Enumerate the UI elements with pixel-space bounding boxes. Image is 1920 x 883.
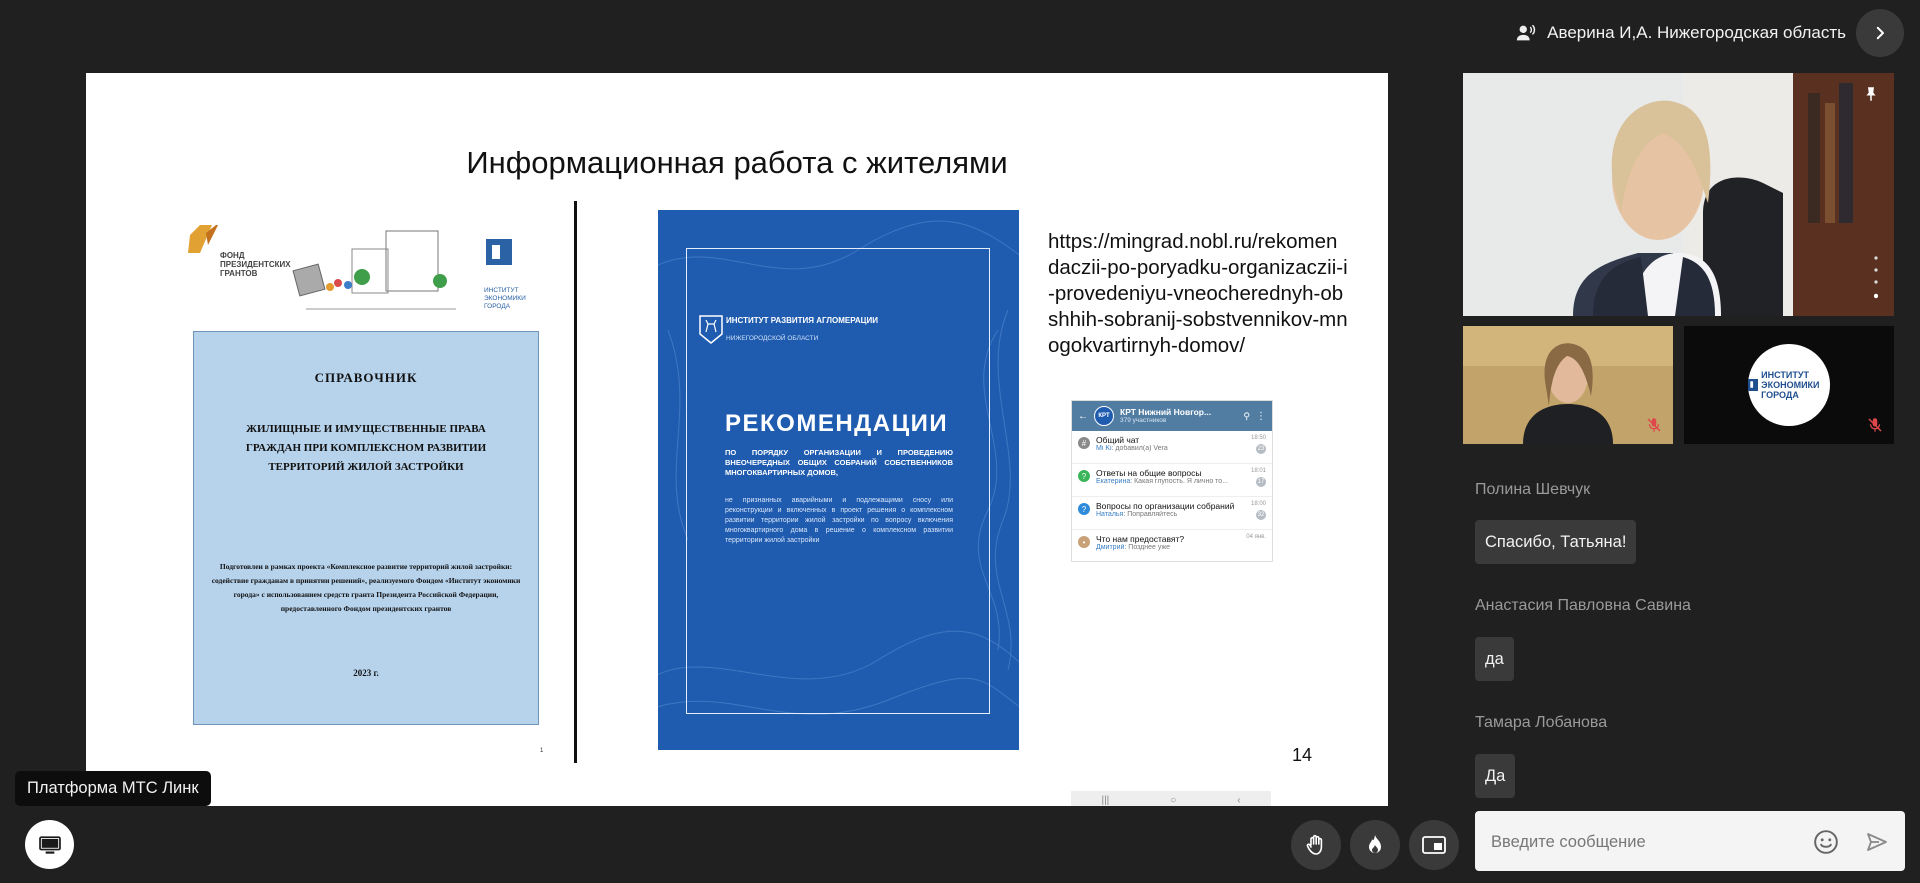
chat-topic-meta: 18:50 23 [1246,435,1266,454]
emoji-icon[interactable] [1813,829,1839,855]
fund-logo-label: Фонд президентских грантов [220,251,291,278]
chat-topic-meta: 04 янв. [1246,534,1266,540]
reaction-button[interactable] [1350,820,1400,870]
institute-logo-label: Институт экономики города [484,287,526,310]
pin-icon[interactable] [1862,85,1880,103]
chat-topic-last-message: Дмитрий: Позднее уже [1096,544,1171,551]
chevron-right-icon [1876,26,1884,40]
chat-message-author: Тамара Лобанова [1475,714,1608,731]
mic-off-icon [1647,418,1661,432]
chat-message-text: Спасибо, Татьяна! [1475,520,1637,564]
telegram-chat-list: # Общий чат Mi Ki: добавил(а) Vera 18:50 23?… [1072,431,1272,561]
back-arrow-icon: ← [1078,410,1088,422]
recommendations-description: не признанных аварийными и подлежащими с… [725,497,953,544]
participant-video-1[interactable] [1463,326,1673,444]
recommendations-title: РЕКОМЕНДАЦИИ [725,410,949,437]
chat-topic-icon: ? [1078,503,1090,515]
raise-hand-button[interactable] [1291,820,1341,870]
organization-name: ИНСТИТУТ ЭКОНОМИКИ ГОРОДА [1761,370,1820,400]
back-icon: ‹ [1237,794,1241,806]
participant-video-2[interactable]: ИНСТИТУТ ЭКОНОМИКИ ГОРОДА [1684,326,1894,444]
chat-topic-time: 18:50 [1250,435,1266,441]
active-speaker: Аверина И,А. Нижегородская область [1515,18,1846,48]
video-pager-dots[interactable] [1874,256,1878,306]
chat-topic-time: 04 янв. [1246,534,1266,540]
layout-button[interactable] [1409,820,1459,870]
deer-emblem-icon [699,315,723,344]
recommendations-institute-sub: Нижегородской области [726,335,819,342]
handbook-note: Подготовлен в рамках проекта «Комплексно… [211,562,521,613]
telegram-header: ← КРТ КРТ Нижний Новгор... 379 участнико… [1072,401,1272,431]
handbook-year: 2023 г. [353,668,379,678]
slide-page-number: 14 [1292,745,1313,765]
chat-topic-meta: 18:01 17 [1246,468,1266,487]
participant-video-frame [1463,326,1673,444]
chat-message-text: да [1475,637,1514,681]
chat-topic-last-message: Екатерина: Какая глупость. Я лично то... [1096,478,1229,485]
chat-topic-icon: # [1078,437,1090,449]
telegram-chat-row: ? Вопросы по организации собраний Наталья:… [1072,497,1272,530]
slide-divider [574,201,577,763]
chat-topic-time: 18:00 [1250,501,1266,507]
recent-apps-icon: ||| [1101,794,1110,806]
platform-tooltip: Платформа МТС Линк [15,771,211,806]
chat-topic-last-message: Наталья: Поправляйтесь [1096,511,1178,518]
handbook-subtitle: Жилищные и имущественные права граждан п… [245,423,487,473]
chat-topic-title: Вопросы по организации собраний [1096,501,1235,511]
handbook-page-mark: 1 [540,748,544,754]
chat-message-input[interactable] [1489,811,1803,873]
speaker-video[interactable] [1463,73,1894,316]
chat-topic-icon: ? [1078,470,1090,482]
chat-topic-title: Ответы на общие вопросы [1096,468,1202,478]
chat-topic-title: Общий чат [1096,435,1140,445]
phone-navbar: ||| ○ ‹ [1071,791,1271,806]
telegram-chat-row: ? Ответы на общие вопросы Екатерина: Какая… [1072,464,1272,497]
chat-topic-last-message: Mi Ki: добавил(а) Vera [1096,445,1168,452]
telegram-chat-row: • Что нам предоставят? Дмитрий: Позднее уж… [1072,530,1272,561]
chat-message-author: Полина Шевчук [1475,481,1591,498]
chat-topic-time: 18:01 [1250,468,1266,474]
speaker-icon [1516,24,1536,41]
screen-share-button[interactable] [25,820,74,869]
telegram-group-name: КРТ Нижний Новгор... [1120,407,1212,417]
search-icon: ⚲ [1243,410,1250,421]
send-icon[interactable] [1865,830,1889,854]
home-icon: ○ [1170,794,1177,806]
telegram-chat-row: # Общий чат Mi Ki: добавил(а) Vera 18:50 23 [1072,431,1272,464]
unread-badge: 17 [1256,477,1266,487]
speaker-name: Аверина И,А. Нижегородская область [1547,23,1846,42]
organization-avatar: ИНСТИТУТ ЭКОНОМИКИ ГОРОДА [1748,344,1830,426]
layout-icon [1422,836,1446,854]
fire-reaction-icon [1369,835,1381,853]
chat-topic-title: Что нам предоставят? [1096,534,1185,544]
unread-badge: 32 [1256,510,1266,520]
mic-off-icon [1868,418,1882,432]
telegram-members: 379 участников [1120,417,1167,424]
recommendations-institute: Институт развития агломерации [726,316,878,325]
handbook-cover: СПРАВОЧНИК Жилищные и имущественные прав… [193,331,539,725]
speaker-video-frame [1463,73,1894,316]
slide-title: Информационная работа с жителями [466,145,1008,180]
screen-share-icon [38,835,61,854]
institute-logo-icon [1748,378,1759,392]
slide-url: https://mingrad.nobl.ru/rekomendaczii-po… [1048,230,1348,357]
presentation-slide: Информационная работа с жителями Фонд пр… [86,73,1388,806]
unread-badge: 23 [1256,444,1266,454]
chat-topic-icon: • [1078,536,1090,548]
chat-message-text: Да [1475,754,1516,798]
raise-hand-icon [1306,834,1323,855]
recommendations-cover: Институт развития агломерации Нижегородс… [658,210,1019,750]
handbook-title: СПРАВОЧНИК [314,370,418,385]
chat-message-author: Анастасия Павловна Савина [1475,597,1691,614]
expand-panel-button[interactable] [1856,9,1904,57]
chat-topic-meta: 18:00 32 [1246,501,1266,520]
telegram-group-avatar: КРТ [1094,406,1114,426]
more-vertical-icon: ⋮ [1256,410,1266,422]
chat-input-box [1475,811,1905,873]
recommendations-subtitle: по порядку организации и проведению внео… [725,448,953,477]
telegram-screenshot: ← КРТ КРТ Нижний Новгор... 379 участнико… [1071,400,1273,562]
